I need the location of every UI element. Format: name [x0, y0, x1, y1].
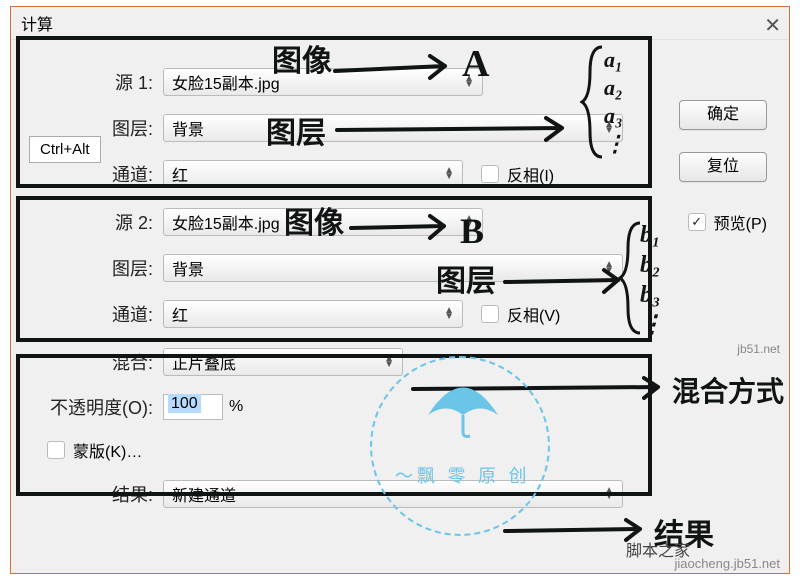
- chevron-updown-icon: ▲▼: [604, 122, 614, 134]
- source2-channel-value: 红: [172, 302, 438, 326]
- source2-layer-label: 图层:: [23, 255, 163, 281]
- chevron-updown-icon: ▲▼: [444, 308, 454, 320]
- chevron-updown-icon: ▲▼: [384, 356, 394, 368]
- reset-button[interactable]: 复位: [679, 152, 767, 182]
- source1-image-value: 女脸15副本.jpg: [172, 70, 458, 94]
- source2-channel-label: 通道:: [23, 301, 163, 327]
- opacity-unit: %: [229, 398, 243, 416]
- chevron-updown-icon: ▲▼: [464, 216, 474, 228]
- source2-image-value: 女脸15副本.jpg: [172, 210, 458, 234]
- source2-label: 源 2:: [23, 209, 163, 235]
- chevron-updown-icon: ▲▼: [604, 262, 614, 274]
- chevron-updown-icon: ▲▼: [444, 168, 454, 180]
- chevron-updown-icon: ▲▼: [604, 488, 614, 500]
- source1-channel-value: 红: [172, 162, 438, 186]
- mask-checkbox[interactable]: [47, 441, 65, 459]
- opacity-value: 100: [168, 394, 201, 413]
- source2-layer-value: 背景: [172, 256, 598, 280]
- opacity-input[interactable]: 100: [163, 394, 223, 420]
- source2-channel-dropdown[interactable]: 红 ▲▼: [163, 300, 463, 328]
- blend-label: 混合:: [23, 349, 163, 375]
- opacity-label: 不透明度(O):: [23, 394, 163, 420]
- chevron-updown-icon: ▲▼: [464, 76, 474, 88]
- result-dropdown[interactable]: 新建通道 ▲▼: [163, 480, 623, 508]
- source1-layer-value: 背景: [172, 116, 598, 140]
- source1-channel-dropdown[interactable]: 红 ▲▼: [163, 160, 463, 188]
- source1-layer-dropdown[interactable]: 背景 ▲▼: [163, 114, 623, 142]
- close-icon[interactable]: ✕: [764, 13, 781, 38]
- source1-label: 源 1:: [23, 69, 163, 95]
- shortcut-tooltip: Ctrl+Alt: [29, 136, 101, 163]
- source1-invert-checkbox[interactable]: [481, 165, 499, 183]
- preview-label: 预览(P): [714, 210, 767, 234]
- source1-invert-label: 反相(I): [507, 162, 554, 186]
- source1-image-dropdown[interactable]: 女脸15副本.jpg ▲▼: [163, 68, 483, 96]
- preview-checkbox[interactable]: ✓: [688, 213, 706, 231]
- mask-label: 蒙版(K)…: [73, 438, 142, 462]
- calculations-dialog: 计算 ✕ 源 1: 女脸15副本.jpg ▲▼ 图层: 背景 ▲▼ 通道:: [10, 6, 790, 574]
- source2-invert-label: 反相(V): [507, 302, 560, 326]
- ok-button[interactable]: 确定: [679, 100, 767, 130]
- source2-layer-dropdown[interactable]: 背景 ▲▼: [163, 254, 623, 282]
- blend-mode-value: 正片叠底: [172, 350, 378, 374]
- source2-invert-checkbox[interactable]: [481, 305, 499, 323]
- blend-mode-dropdown[interactable]: 正片叠底 ▲▼: [163, 348, 403, 376]
- result-value: 新建通道: [172, 482, 598, 506]
- dialog-title: 计算: [11, 7, 789, 40]
- source2-image-dropdown[interactable]: 女脸15副本.jpg ▲▼: [163, 208, 483, 236]
- source1-channel-label: 通道:: [23, 161, 163, 187]
- result-label: 结果:: [23, 481, 163, 507]
